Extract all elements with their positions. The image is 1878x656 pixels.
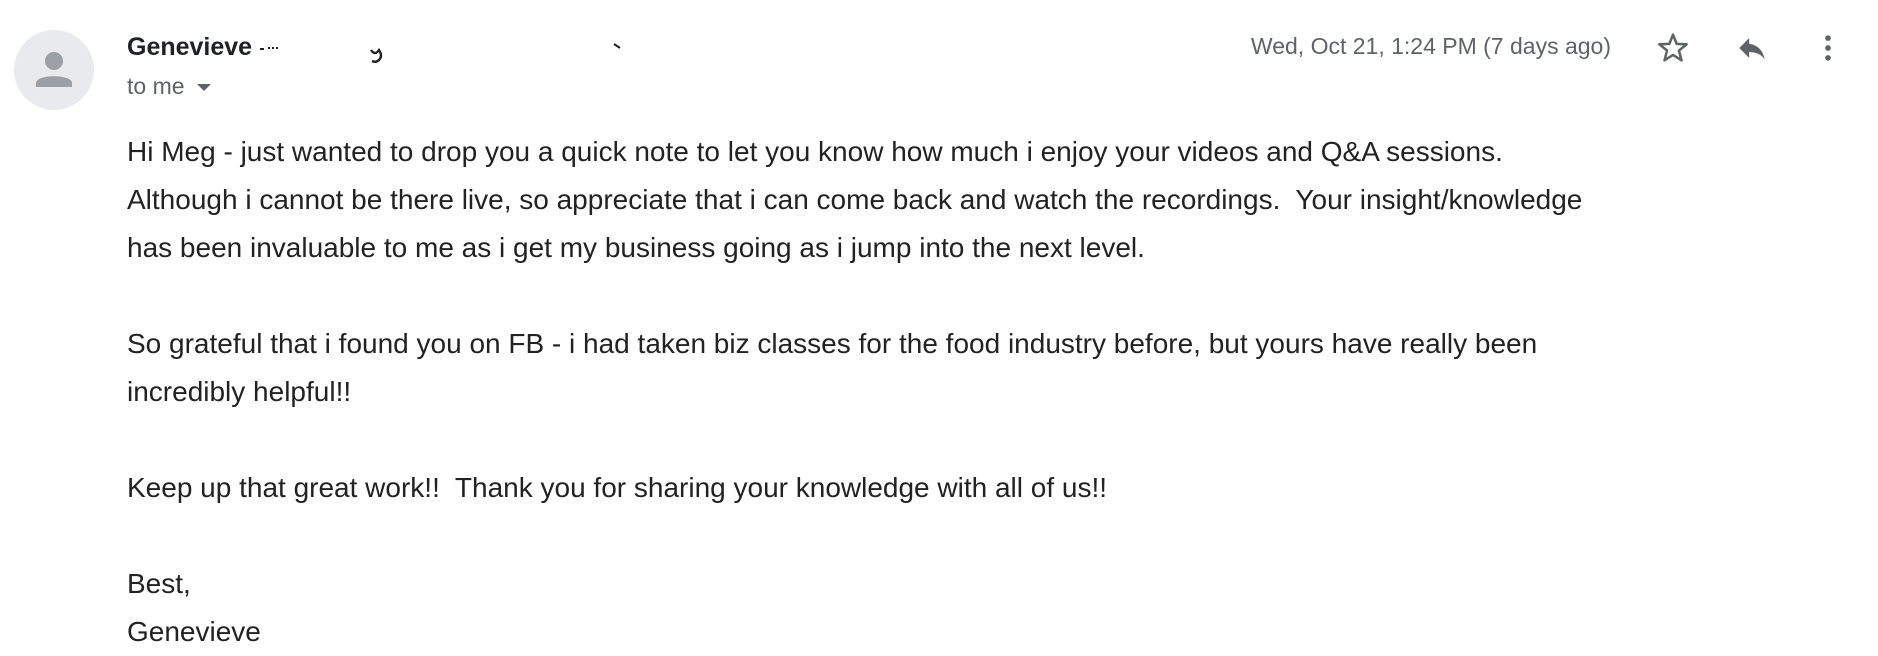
- person-icon: [36, 52, 72, 87]
- recipient-label: to me: [127, 73, 185, 99]
- recipient-details-toggle[interactable]: to me: [127, 73, 211, 100]
- body-line: Keep up that great work!! Thank you for …: [127, 472, 1108, 503]
- signoff: Best,: [127, 568, 191, 599]
- email-body: Hi Meg - just wanted to drop you a quick…: [127, 128, 1867, 656]
- star-outline-icon: [1658, 33, 1688, 62]
- sender-avatar[interactable]: [14, 30, 94, 110]
- body-line: incredibly helpful!!: [127, 376, 352, 407]
- more-options-button[interactable]: [1806, 26, 1850, 70]
- body-line: So grateful that i found you on FB - i h…: [127, 328, 1538, 359]
- reply-button[interactable]: [1730, 26, 1774, 70]
- body-line: Although i cannot be there live, so appr…: [127, 184, 1583, 215]
- redacted-sender-address: [260, 43, 621, 63]
- signature: Genevieve: [127, 616, 261, 647]
- star-button[interactable]: [1651, 26, 1695, 70]
- more-vertical-icon: [1825, 35, 1831, 61]
- email-timestamp: Wed, Oct 21, 1:24 PM (7 days ago): [1250, 33, 1611, 59]
- body-line: Hi Meg - just wanted to drop you a quick…: [127, 136, 1503, 167]
- caret-down-icon: [196, 84, 211, 91]
- body-line: has been invaluable to me as i get my bu…: [127, 232, 1145, 263]
- reply-icon: [1739, 38, 1765, 60]
